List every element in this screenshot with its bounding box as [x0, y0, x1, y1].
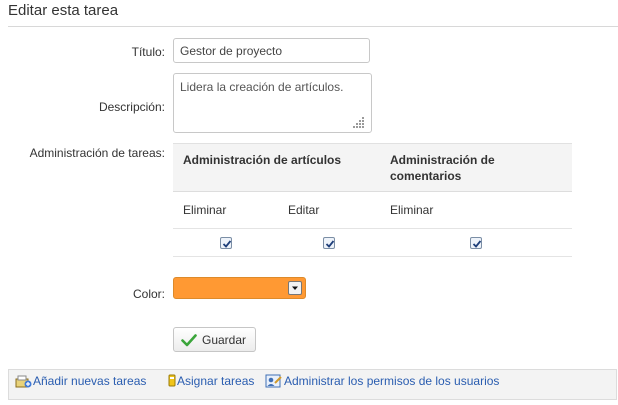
assign-tasks-link[interactable]: Asignar tareas	[177, 374, 254, 388]
save-button-label: Guardar	[202, 333, 247, 347]
user-permissions-link[interactable]: Administrar los permisos de los usuarios	[284, 374, 499, 388]
title-label: Título:	[131, 45, 165, 59]
group-header-comments: Administración de comentarios	[390, 153, 495, 183]
assign-tasks-icon	[168, 374, 176, 387]
color-label: Color:	[132, 287, 165, 301]
permissions-table: Administración de artículos Administraci…	[173, 143, 572, 257]
color-select[interactable]	[173, 277, 306, 299]
action-label-edit-articles: Editar	[288, 203, 320, 217]
page-title: Editar esta tarea	[8, 2, 119, 19]
permissions-actions-row: Eliminar Editar Eliminar	[173, 192, 572, 229]
action-label-delete-comments: Eliminar	[390, 203, 434, 217]
checkmark-icon	[472, 240, 482, 248]
permissions-checkbox-row	[173, 229, 572, 257]
checkbox-delete-articles[interactable]	[220, 237, 232, 249]
checkbox-delete-comments[interactable]	[470, 237, 482, 249]
task-admin-label: Administración de tareas:	[29, 146, 165, 160]
save-button[interactable]: Guardar	[173, 327, 256, 352]
title-input[interactable]	[173, 38, 370, 63]
permissions-table-header: Administración de artículos Administraci…	[173, 144, 572, 192]
title-divider	[8, 26, 618, 27]
add-tasks-link[interactable]: Añadir nuevas tareas	[33, 374, 146, 388]
checkmark-icon	[222, 240, 232, 248]
user-permissions-icon	[265, 374, 282, 388]
description-label: Descripción:	[98, 100, 165, 114]
resize-grip-icon[interactable]	[352, 115, 366, 129]
check-icon	[181, 334, 197, 347]
checkbox-edit-articles[interactable]	[323, 237, 335, 249]
dropdown-arrow-icon[interactable]	[288, 281, 302, 295]
checkmark-icon	[325, 240, 335, 248]
group-header-articles: Administración de artículos	[183, 153, 342, 167]
add-tasks-icon	[15, 375, 32, 388]
action-label-delete-articles: Eliminar	[183, 203, 227, 217]
footer-actions-bar: Añadir nuevas tareas Asignar tareas Admi…	[8, 369, 617, 400]
description-textarea[interactable]: Lidera la creación de artículos.	[173, 73, 372, 133]
